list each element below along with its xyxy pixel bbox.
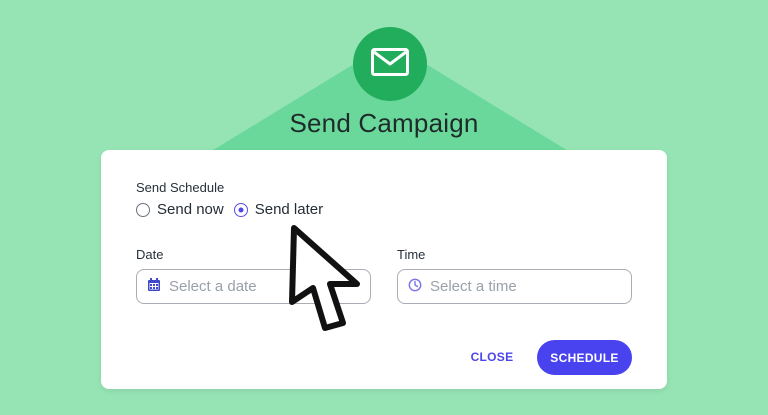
- close-button[interactable]: CLOSE: [461, 345, 523, 369]
- date-placeholder: Select a date: [169, 278, 257, 295]
- date-input[interactable]: Select a date: [136, 269, 371, 304]
- mail-icon: [371, 47, 409, 81]
- send-schedule-label: Send Schedule: [136, 180, 225, 195]
- send-campaign-dialog: Send Schedule Send now Send later Date S…: [101, 150, 667, 389]
- clock-icon: [408, 278, 422, 296]
- send-now-option[interactable]: Send now: [136, 201, 224, 218]
- date-label: Date: [136, 247, 164, 262]
- schedule-button[interactable]: SCHEDULE: [537, 340, 632, 375]
- send-now-radio[interactable]: [136, 202, 150, 217]
- time-input[interactable]: Select a time: [397, 269, 632, 304]
- send-later-label: Send later: [254, 201, 324, 218]
- send-schedule-radio-group: Send now Send later: [136, 201, 323, 218]
- send-later-radio[interactable]: [233, 202, 248, 217]
- mail-badge: [353, 27, 427, 101]
- time-placeholder: Select a time: [430, 278, 517, 295]
- send-later-option[interactable]: Send later: [233, 201, 324, 218]
- page-title: Send Campaign: [289, 108, 479, 138]
- time-label: Time: [397, 247, 426, 262]
- calendar-icon: [147, 277, 161, 296]
- send-now-label: Send now: [157, 201, 224, 218]
